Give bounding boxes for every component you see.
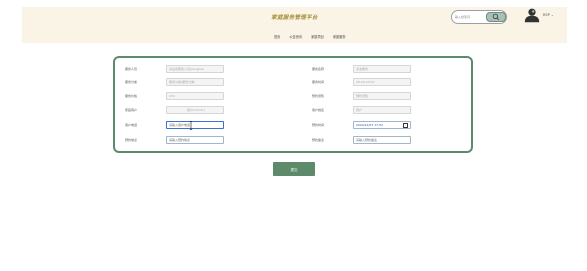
field-user-name: 用户姓名 用户 xyxy=(312,106,432,114)
notice-input: 预约须知 xyxy=(353,92,411,100)
submit-button[interactable]: 提交 xyxy=(273,162,315,176)
field-label: 用户姓名 xyxy=(312,108,325,112)
field-label: 家庭用户 xyxy=(125,108,138,112)
user-menu[interactable]: RSP ⌄ xyxy=(543,13,554,17)
field-notice: 预约须知 预约须知 xyxy=(312,92,432,100)
nav-item-home[interactable]: 首页 xyxy=(274,34,280,39)
field-label: 预约地点 xyxy=(125,138,138,142)
field-label: 用户电话 xyxy=(125,123,138,127)
user-phone-input[interactable]: 请输入用户电话 xyxy=(166,121,224,129)
field-service-name: 服务名称 清洁服务 xyxy=(312,65,432,73)
location-input[interactable]: 请输入预约地点 xyxy=(166,136,224,144)
service-price-input: 150 xyxy=(166,92,224,100)
field-service-category: 服务分类 服务分类(服务分类) xyxy=(125,78,245,86)
field-user-phone: 用户电话 请输入用户电话 xyxy=(125,121,245,130)
avatar-icon[interactable] xyxy=(524,7,540,23)
field-label: 服务时间 xyxy=(312,80,325,84)
search-icon xyxy=(492,13,500,21)
appointment-time-input[interactable]: 2024/12/07 17:52 xyxy=(353,121,411,129)
service-category-input: 服务分类(服务分类) xyxy=(166,78,224,86)
field-family-user: 家庭用户 用户(12131) xyxy=(125,106,245,114)
search-button[interactable] xyxy=(486,12,506,22)
nav-item-announcements[interactable]: 公告资讯 xyxy=(289,34,302,39)
remark-input[interactable]: 请输入预约备注 xyxy=(353,136,411,144)
nav-item-services[interactable]: 家庭服务 xyxy=(333,34,346,39)
text-cursor-icon xyxy=(189,121,193,130)
user-name: RSP xyxy=(543,13,550,17)
service-staff-input: 请设置服务人员(jianghai) xyxy=(166,65,224,73)
page: 家庭服务管理平台 首页 公告资讯 家庭项目 家庭服务 输入搜索词 RSP ⌄ 服… xyxy=(0,0,587,271)
field-label: 预约时间 xyxy=(312,123,325,127)
field-label: 预约备注 xyxy=(312,138,325,142)
search-box: 输入搜索词 xyxy=(451,10,507,24)
field-service-staff: 服务人员 请设置服务人员(jianghai) xyxy=(125,65,245,73)
appointment-time-value: 2024/12/07 17:52 xyxy=(356,123,383,127)
nav-item-projects[interactable]: 家庭项目 xyxy=(311,34,324,39)
user-name-input: 用户 xyxy=(353,106,411,114)
field-label: 预约须知 xyxy=(312,94,325,98)
field-remark: 预约备注 请输入预约备注 xyxy=(312,136,432,144)
field-label: 服务价格 xyxy=(125,94,138,98)
calendar-icon[interactable] xyxy=(403,123,408,128)
field-label: 服务分类 xyxy=(125,80,138,84)
service-name-input: 清洁服务 xyxy=(353,65,411,73)
field-label: 服务名称 xyxy=(312,67,325,71)
field-service-price: 服务价格 150 xyxy=(125,92,245,100)
field-appointment-time: 预约时间 2024/12/07 17:52 xyxy=(312,121,432,129)
field-service-time: 服务时间 08:00-22:00 xyxy=(312,78,432,86)
search-input[interactable]: 输入搜索词 xyxy=(455,14,483,20)
family-user-input: 用户(12131) xyxy=(166,106,224,114)
main-nav: 首页 公告资讯 家庭项目 家庭服务 xyxy=(274,34,346,39)
service-time-input: 08:00-22:00 xyxy=(353,78,411,86)
field-label: 服务人员 xyxy=(125,67,138,71)
appointment-form: 服务人员 请设置服务人员(jianghai) 服务分类 服务分类(服务分类) 服… xyxy=(113,56,473,153)
field-location: 预约地点 请输入预约地点 xyxy=(125,136,245,144)
